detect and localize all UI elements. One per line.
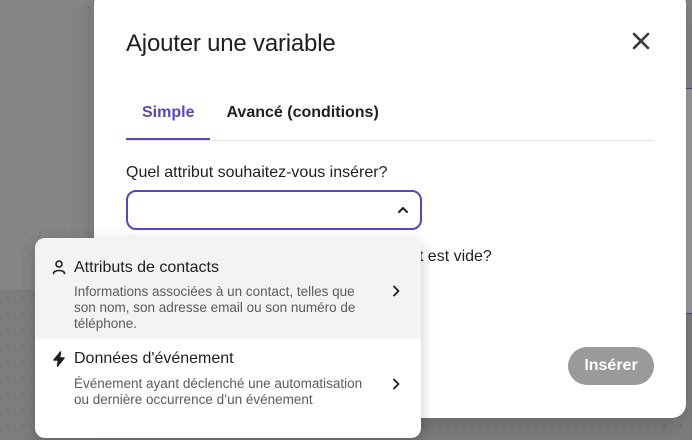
attribute-field-label: Quel attribut souhaitez-vous insérer? (126, 164, 388, 181)
tab-advanced[interactable]: Avancé (conditions) (210, 94, 394, 140)
empty-attribute-question: ut est vide? (410, 248, 492, 265)
chevron-right-icon (393, 285, 400, 297)
close-icon (632, 32, 650, 50)
insert-button[interactable]: Insérer (568, 347, 654, 385)
dropdown-item-title: Données d'événement (74, 350, 234, 367)
attribute-dropdown-menu: Attributs de contacts Informations assoc… (35, 238, 421, 438)
tab-simple[interactable]: Simple (126, 94, 211, 140)
close-button[interactable] (630, 30, 652, 52)
tab-bar: Simple Avancé (conditions) (126, 94, 654, 141)
attribute-select[interactable] (126, 190, 422, 230)
chevron-right-icon (393, 378, 400, 390)
dropdown-item-event-data[interactable]: Données d'événement Événement ayant décl… (35, 339, 421, 438)
chevron-up-icon (398, 207, 408, 213)
modal-title: Ajouter une variable (126, 30, 336, 57)
dropdown-item-description: Événement ayant déclenché une automatisa… (74, 376, 363, 407)
person-icon (52, 260, 66, 275)
dropdown-item-contact-attributes[interactable]: Attributs de contacts Informations assoc… (35, 238, 421, 339)
lightning-icon (53, 351, 65, 367)
dropdown-item-title: Attributs de contacts (74, 259, 219, 276)
dropdown-item-description: Informations associées à un contact, tel… (74, 284, 356, 331)
